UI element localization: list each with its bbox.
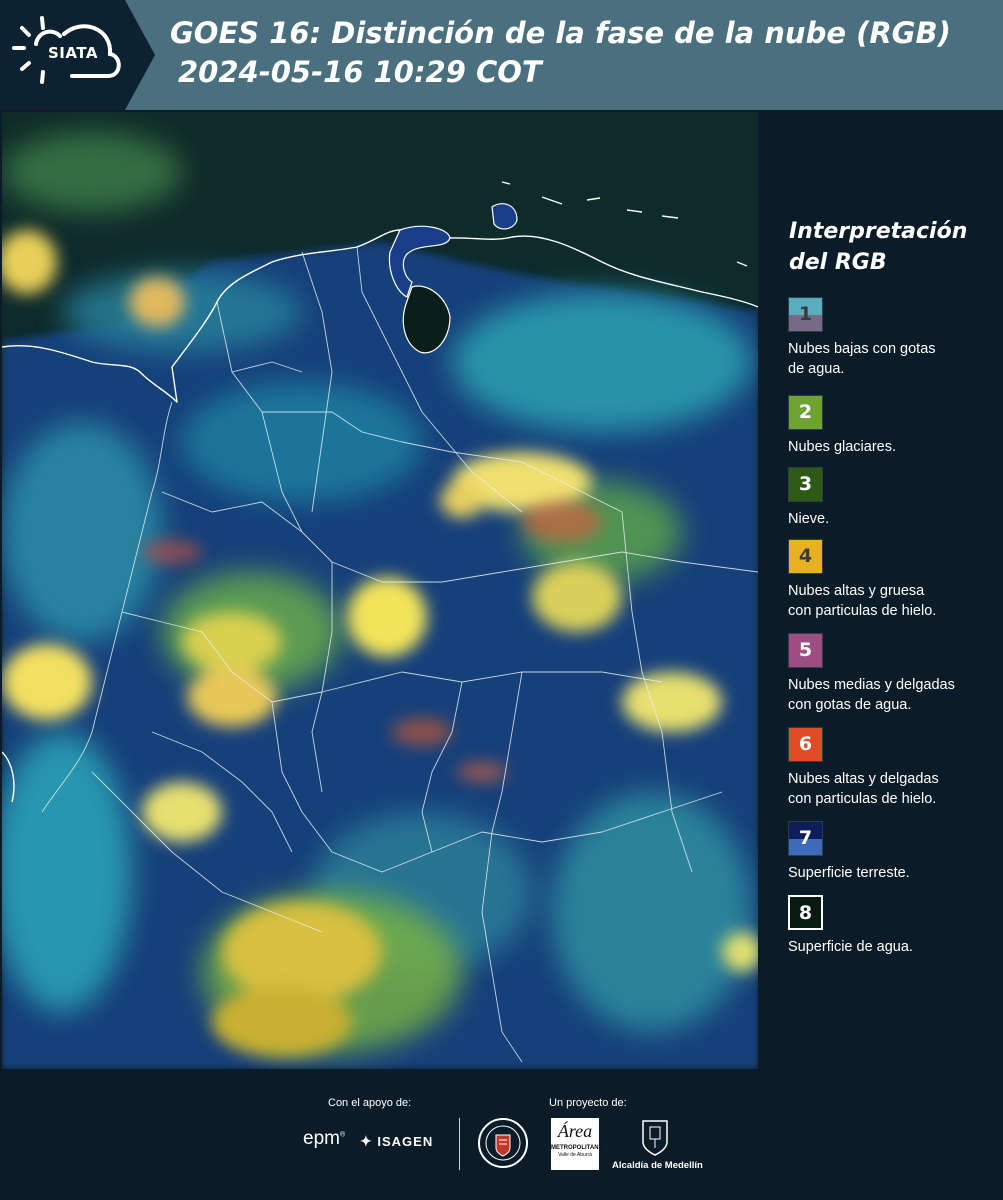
legend-number: 2 (798, 401, 813, 423)
alcaldia-shield-icon (640, 1118, 670, 1158)
legend-swatch-2: 2 (788, 395, 823, 430)
legend-label-line1: Superficie de agua. (788, 939, 913, 955)
seal-icon (485, 1125, 521, 1161)
area-logo-text: Área (557, 1121, 593, 1141)
legend-label-4: Nubes altas y gruesa con particulas de hi… (788, 581, 998, 621)
legend-title-line1: Interpretación (789, 219, 968, 244)
legend-title: Interpretación del RGB (789, 216, 989, 278)
page-timestamp: 2024-05-16 10:29 COT (178, 55, 542, 89)
legend-label-line1: Nubes bajas con gotas (788, 341, 936, 357)
legend-label-2: Nubes glaciares. (788, 437, 998, 457)
legend-item-7: 7 Superficie terreste. (788, 821, 998, 883)
legend-label-line2: de agua. (788, 361, 845, 377)
legend-swatch-7: 7 (788, 821, 823, 856)
legend-label-7: Superficie terreste. (788, 863, 998, 883)
epm-logo: epm® (303, 1128, 346, 1149)
legend-label-line1: Nieve. (788, 511, 830, 527)
page-title: GOES 16: Distinción de la fase de la nub… (170, 16, 951, 50)
map-canvas (2, 112, 758, 1069)
legend-item-2: 2 Nubes glaciares. (788, 395, 998, 457)
support-label: Con el apoyo de: (328, 1097, 412, 1109)
isagen-star-icon: ✦ (360, 1133, 373, 1149)
legend-swatch-6: 6 (788, 727, 823, 762)
legend-item-6: 6 Nubes altas y delgadas con particulas de… (788, 727, 998, 809)
legend-number: 6 (798, 733, 813, 755)
legend-swatch-8: 8 (788, 895, 823, 930)
seal-logo (478, 1118, 528, 1168)
legend-item-8: 8 Superficie de agua. (788, 895, 998, 957)
alcaldia-logo-text: Alcaldía de Medellín (612, 1160, 703, 1171)
project-label: Un proyecto de: (549, 1097, 627, 1109)
legend-label-line2: con particulas de hielo. (788, 791, 937, 807)
isagen-logo: ✦ ISAGEN (360, 1133, 433, 1150)
legend-swatch-3: 3 (788, 467, 823, 502)
legend-label-line1: Nubes altas y delgadas (788, 771, 939, 787)
legend-item-4: 4 Nubes altas y gruesa con particulas de h… (788, 539, 998, 621)
logo-text: SIATA (48, 44, 99, 62)
legend-label-5: Nubes medias y delgadas con gotas de agua… (788, 675, 998, 715)
legend-label-line2: con gotas de agua. (788, 697, 912, 713)
isagen-logo-text: ISAGEN (377, 1134, 434, 1149)
legend-label-line2: con particulas de hielo. (788, 603, 937, 619)
legend-number: 1 (798, 303, 813, 325)
legend-label-1: Nubes bajas con gotas de agua. (788, 339, 998, 379)
legend-number: 5 (798, 639, 813, 661)
shield-icon (642, 1120, 668, 1156)
legend-swatch-4: 4 (788, 539, 823, 574)
legend-label-line1: Nubes altas y gruesa (788, 583, 925, 599)
legend-item-5: 5 Nubes medias y delgadas con gotas de agu… (788, 633, 998, 715)
legend-label-line1: Nubes glaciares. (788, 439, 896, 455)
legend-number: 8 (798, 902, 813, 924)
legend-label-line1: Superficie terreste. (788, 865, 910, 881)
legend-number: 7 (798, 827, 813, 849)
header-bar: SIATA GOES 16: Distinción de la fase de … (0, 0, 1003, 110)
legend-label-line1: Nubes medias y delgadas (788, 677, 955, 693)
legend-title-line2: del RGB (789, 250, 887, 275)
legend-swatch-5: 5 (788, 633, 823, 668)
footer: Con el apoyo de: Un proyecto de: epm® ✦ … (0, 1070, 1003, 1200)
epm-logo-text: epm (303, 1128, 340, 1149)
legend-label-3: Nieve. (788, 509, 998, 529)
area-metropolitana-logo: Área METROPOLITANA Valle de Aburrá (551, 1118, 603, 1170)
legend-item-1: 1 Nubes bajas con gotas de agua. (788, 297, 998, 379)
area-logo-subtext: METROPOLITANA (551, 1145, 603, 1151)
legend-label-8: Superficie de agua. (788, 937, 998, 957)
legend-label-6: Nubes altas y delgadas con particulas de … (788, 769, 998, 809)
footer-divider (459, 1118, 460, 1170)
area-logo-subtext-2: Valle de Aburrá (558, 1152, 592, 1158)
legend-number: 3 (798, 473, 813, 495)
satellite-map (2, 112, 758, 1069)
siata-logo: SIATA (0, 0, 155, 110)
legend-number: 4 (798, 545, 813, 567)
legend-swatch-1: 1 (788, 297, 823, 332)
legend-item-3: 3 Nieve. (788, 467, 998, 529)
